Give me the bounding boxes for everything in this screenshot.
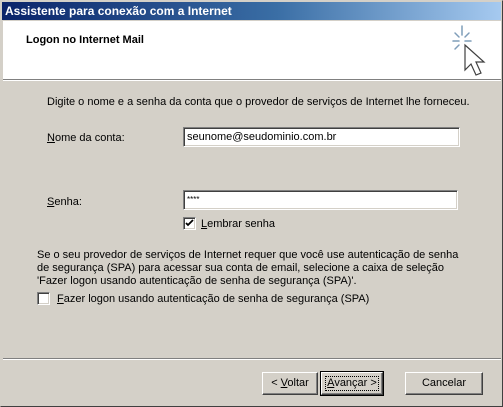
title-bar[interactable]: Assistente para conexão com a Internet bbox=[2, 2, 501, 20]
account-name-label: Nome da conta: bbox=[47, 132, 125, 144]
spa-logon-checkbox[interactable] bbox=[37, 292, 50, 305]
spa-description-line3: 'Fazer logon usando autenticação de senh… bbox=[37, 275, 357, 287]
account-name-field[interactable]: seunome@seudominio.com.br bbox=[183, 127, 460, 147]
checkmark-icon bbox=[185, 219, 194, 227]
spa-description-line2: de segurança (SPA) para acessar sua cont… bbox=[37, 262, 445, 274]
remember-password-label[interactable]: Lembrar senha bbox=[201, 218, 275, 230]
next-button-label: Avançar > bbox=[327, 377, 377, 389]
instructions-text: Digite o nome e a senha da conta que o p… bbox=[47, 96, 470, 108]
wizard-dialog: Assistente para conexão com a Internet L… bbox=[0, 0, 503, 407]
spa-logon-label[interactable]: Fazer logon usando autenticação de senha… bbox=[57, 293, 369, 305]
remember-password-checkbox[interactable] bbox=[183, 217, 196, 230]
spa-description-line1: Se o seu provedor de serviços de Interne… bbox=[37, 249, 459, 261]
back-button[interactable]: < Voltar bbox=[262, 372, 318, 395]
password-label: Senha: bbox=[47, 196, 82, 208]
cancel-button[interactable]: Cancelar bbox=[405, 372, 483, 395]
next-button[interactable]: Avançar > bbox=[320, 371, 384, 396]
wizard-header: Logon no Internet Mail bbox=[3, 21, 501, 79]
footer-divider-highlight bbox=[3, 359, 501, 360]
window-title: Assistente para conexão com a Internet bbox=[5, 4, 232, 18]
page-title: Logon no Internet Mail bbox=[26, 34, 144, 46]
header-divider-highlight bbox=[3, 80, 501, 81]
back-button-label: < Voltar bbox=[271, 377, 309, 389]
wizard-sparkle-cursor-icon bbox=[452, 25, 486, 76]
password-field[interactable]: **** bbox=[183, 190, 458, 210]
